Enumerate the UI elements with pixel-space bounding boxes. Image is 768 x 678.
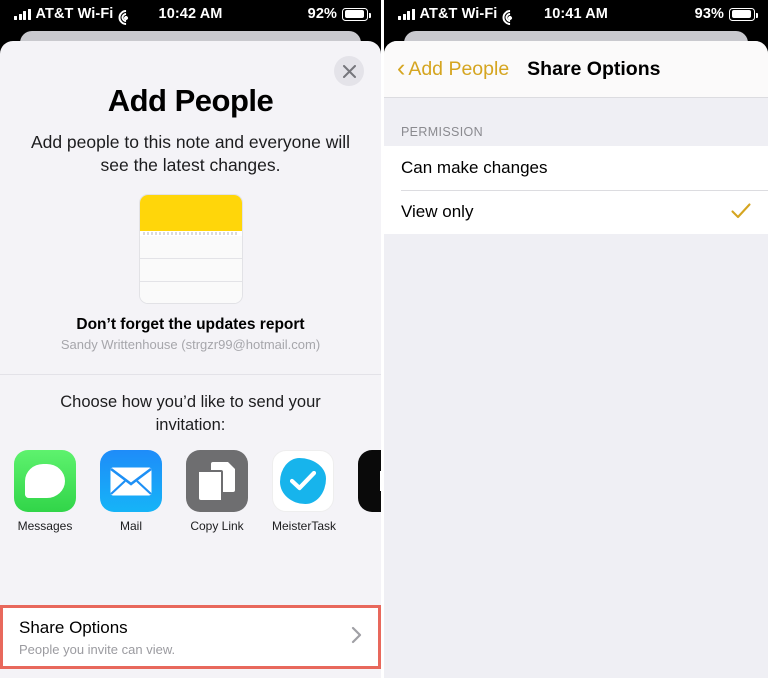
chevron-right-glyph — [351, 626, 362, 644]
chevron-left-icon: ‹ — [397, 54, 406, 82]
note-owner: Sandy Writtenhouse (strgzr99@hotmail.com… — [60, 337, 321, 353]
meistertask-blob — [280, 458, 326, 505]
messages-bubble-glyph — [25, 464, 65, 499]
permission-row-view-only[interactable]: View only — [384, 190, 768, 234]
share-options-subtitle: People you invite can view. — [19, 642, 176, 657]
carrier-label: AT&T Wi-Fi — [35, 6, 114, 22]
copy-documents-glyph — [199, 462, 235, 501]
note-icon-header — [139, 195, 242, 232]
share-options-text: Share Options People you invite can view… — [19, 618, 351, 657]
share-app-copy-link[interactable]: Copy Link — [186, 450, 248, 533]
status-left-group: AT&T Wi-Fi — [384, 6, 522, 29]
status-left-group: AT&T Wi-Fi — [0, 6, 138, 29]
right-sheet-wrapper: ‹ Add People Share Options PERMISSION Ca… — [384, 28, 768, 678]
dual-screenshot: AT&T Wi-Fi 10:42 AM 92% Add People Add p… — [0, 0, 768, 678]
choose-method-label: Choose how you’d like to send your invit… — [60, 393, 321, 434]
partial-app-glyph — [380, 471, 381, 492]
share-app-meistertask[interactable]: MeisterTask — [272, 450, 337, 534]
note-icon-lines — [139, 236, 242, 304]
battery-percent-label: 92% — [307, 6, 337, 22]
back-button-label: Add People — [408, 58, 510, 80]
wifi-icon — [115, 6, 138, 29]
battery-icon — [342, 7, 371, 21]
cellular-bars-icon — [398, 8, 415, 20]
share-options-title: Share Options — [19, 618, 128, 637]
list-bottom-filler — [384, 234, 768, 678]
close-icon[interactable] — [334, 56, 364, 86]
share-app-label: Messages — [17, 519, 73, 534]
page-subtitle: Add people to this note and everyone wil… — [30, 132, 351, 176]
mail-icon — [100, 450, 162, 513]
meistertask-icon — [272, 450, 334, 513]
sheet-hero: Add People Add people to this note and e… — [0, 41, 381, 177]
sheet-bottom-filler — [0, 669, 381, 678]
cellular-bars-icon — [14, 8, 31, 20]
permission-row-can-make-changes[interactable]: Can make changes — [384, 146, 768, 190]
close-glyph — [342, 64, 356, 78]
nav-title: Share Options — [527, 58, 661, 80]
chevron-right-icon — [351, 626, 362, 649]
right-status-bar: AT&T Wi-Fi 10:41 AM 93% — [384, 0, 768, 29]
share-app-messages[interactable]: Messages — [14, 450, 76, 533]
messages-icon — [14, 450, 76, 513]
note-title: Don’t forget the updates report — [76, 316, 305, 334]
battery-percent-label: 93% — [694, 6, 724, 22]
share-options-section: Share Options People you invite can view… — [0, 605, 381, 678]
share-options-sheet: ‹ Add People Share Options PERMISSION Ca… — [384, 41, 768, 678]
share-app-list: Messages Mail Copy Link MeisterTask — [0, 436, 381, 533]
battery-icon — [729, 7, 758, 21]
share-app-partial[interactable] — [358, 450, 381, 533]
permission-label: View only — [401, 202, 474, 221]
note-meta: Don’t forget the updates report Sandy Wr… — [0, 316, 381, 352]
page-title: Add People — [107, 83, 274, 118]
share-app-mail[interactable]: Mail — [100, 450, 162, 533]
share-options-body: ‹ Add People Share Options PERMISSION Ca… — [384, 41, 768, 678]
left-status-bar: AT&T Wi-Fi 10:42 AM 92% — [0, 0, 381, 29]
status-right-group: 93% — [695, 6, 768, 22]
navigation-bar: ‹ Add People Share Options — [384, 41, 768, 98]
envelope-glyph — [110, 467, 152, 496]
permission-label: Can make changes — [401, 158, 548, 177]
right-phone-screen: AT&T Wi-Fi 10:41 AM 93% ‹ Add People Sha… — [384, 0, 768, 678]
share-app-label: MeisterTask — [272, 519, 337, 534]
permission-list: Can make changes View only — [384, 146, 768, 234]
back-button[interactable]: ‹ Add People — [397, 54, 510, 82]
checkmark-icon — [731, 202, 751, 223]
checkmark-glyph — [290, 471, 316, 491]
partial-app-icon — [358, 450, 381, 513]
share-options-row[interactable]: Share Options People you invite can view… — [0, 605, 381, 669]
wifi-icon — [499, 6, 522, 29]
share-app-label: Copy Link — [190, 519, 244, 534]
checkmark-glyph — [731, 202, 751, 218]
add-people-sheet: Add People Add people to this note and e… — [0, 41, 381, 678]
carrier-label: AT&T Wi-Fi — [419, 6, 498, 22]
copy-link-icon — [186, 450, 248, 513]
left-phone-screen: AT&T Wi-Fi 10:42 AM 92% Add People Add p… — [0, 0, 381, 678]
notes-app-icon — [138, 194, 243, 305]
share-app-label: Mail — [119, 519, 142, 534]
status-right-group: 92% — [308, 6, 381, 22]
left-sheet-wrapper: Add People Add people to this note and e… — [0, 28, 381, 678]
section-header-permission: PERMISSION — [384, 98, 768, 146]
